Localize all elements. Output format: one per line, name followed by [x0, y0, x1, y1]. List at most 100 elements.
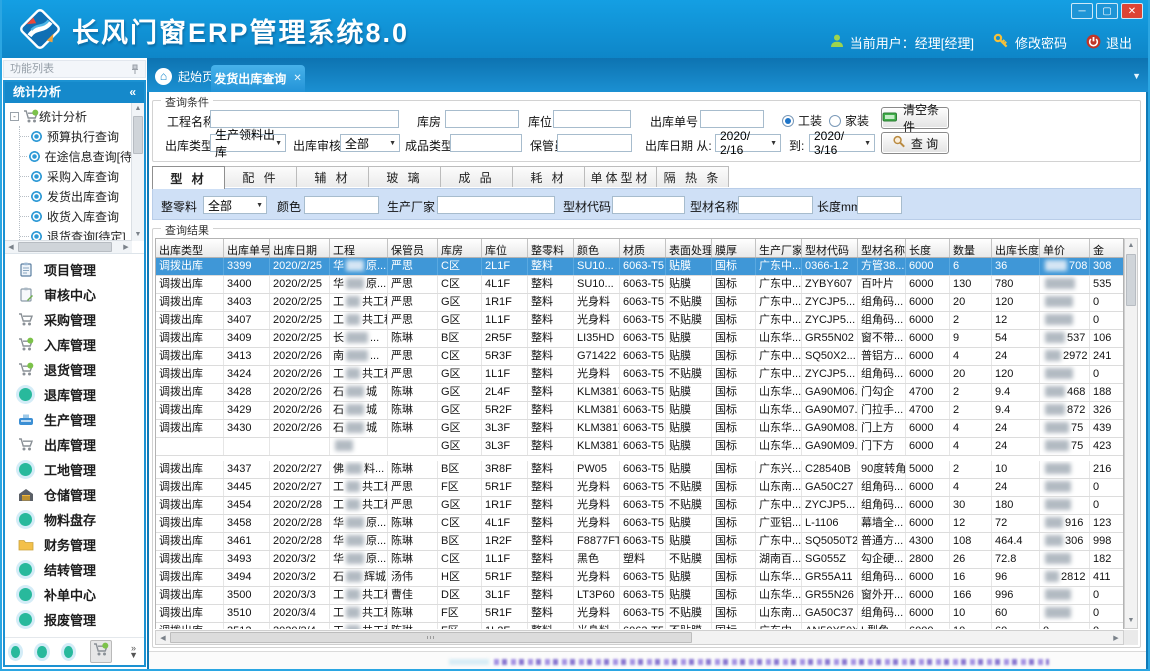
column-header[interactable]: 材质 [620, 239, 666, 257]
sidebar-item-4[interactable]: 退货管理 [5, 357, 144, 382]
cart-shortcut-button[interactable] [90, 640, 112, 663]
more-options-icon[interactable]: »▼ [129, 645, 138, 659]
table-row[interactable]: 调拨出库35122020/3/4工共工程陈琳F区1L2F整料光身料6063-T5… [156, 623, 1123, 629]
table-row[interactable]: 调拨出库34302020/2/26石城陈琳G区3L3F整料KLM38176063… [156, 420, 1123, 438]
table-row[interactable]: 调拨出库35002020/3/3工共工程曹佳D区3L1F整料LT3P606063… [156, 587, 1123, 605]
tree-item[interactable]: 预算执行查询 [20, 126, 132, 146]
material-tab-6[interactable]: 单体型材 [584, 166, 657, 187]
sidebar-item-14[interactable]: 报废管理 [5, 607, 144, 632]
maximize-button[interactable]: ▢ [1096, 3, 1118, 19]
column-header[interactable]: 金 [1090, 239, 1124, 257]
column-header[interactable]: 库房 [438, 239, 482, 257]
tree-item[interactable]: 发货出库查询 [20, 186, 132, 206]
sidebar-item-6[interactable]: 生产管理 [5, 407, 144, 432]
tree-expander-icon[interactable]: - [10, 112, 19, 121]
keeper-input[interactable] [557, 134, 632, 152]
tab-close-icon[interactable]: ✕ [293, 73, 301, 84]
profile-code-input[interactable] [612, 196, 685, 214]
sidebar-item-13[interactable]: 补单中心 [5, 582, 144, 607]
column-header[interactable]: 生产厂家 [756, 239, 802, 257]
teal-dot-icon[interactable] [37, 646, 46, 658]
location-input[interactable] [553, 110, 631, 128]
sidebar-item-8[interactable]: 工地管理 [5, 457, 144, 482]
profile-name-input[interactable] [738, 196, 813, 214]
sidebar-item-0[interactable]: 项目管理 [5, 257, 144, 282]
grid-vertical-scrollbar[interactable]: ▲ ▼ [1124, 238, 1138, 629]
scroll-left-icon[interactable]: ◀ [157, 634, 169, 644]
tree-vertical-scrollbar[interactable]: ▲ ▼ [131, 103, 144, 241]
tree-horizontal-scrollbar[interactable]: ◀ ▶ [5, 240, 132, 253]
date-from-picker[interactable]: 2020/ 2/16▼ [715, 134, 781, 152]
material-tab-1[interactable]: 配 件 [224, 166, 297, 187]
column-header[interactable]: 膜厚 [712, 239, 756, 257]
column-header[interactable]: 型材代码 [802, 239, 858, 257]
table-row[interactable]: 调拨出库34002020/2/25华原...严思C区4L1F整料SU10...6… [156, 276, 1123, 294]
teal-dot-icon[interactable] [11, 646, 20, 658]
column-header[interactable]: 数量 [950, 239, 992, 257]
collapse-icon[interactable]: « [129, 82, 136, 103]
table-row[interactable]: G区3L3F整料KLM38176063-T5贴膜国标山东华...GA90M09.… [156, 438, 1123, 456]
column-header[interactable]: 整零料 [528, 239, 574, 257]
column-header[interactable]: 长度 [906, 239, 950, 257]
close-button[interactable]: ✕ [1121, 3, 1143, 19]
sidebar-item-5[interactable]: 退库管理 [5, 382, 144, 407]
tab-shipping-outbound-query[interactable]: 发货出库查询 ✕ [211, 65, 305, 92]
sidebar-item-12[interactable]: 结转管理 [5, 557, 144, 582]
column-header[interactable]: 保管员 [388, 239, 438, 257]
product-type-input[interactable] [450, 134, 522, 152]
table-row[interactable]: 调拨出库34072020/2/25工共工程严思G区1L1F整料光身料6063-T… [156, 312, 1123, 330]
table-row[interactable]: 调拨出库34372020/2/27佛料...陈琳B区3R8F整料PW056063… [156, 461, 1123, 479]
table-row[interactable]: 调拨出库34282020/2/26石城陈琳G区2L4F整料KLM38176063… [156, 384, 1123, 402]
scroll-down-icon[interactable]: ▼ [1125, 616, 1137, 626]
column-header[interactable]: 表面处理 [666, 239, 712, 257]
out-type-select[interactable]: 生产领料出库▼ [210, 134, 286, 152]
table-row[interactable]: 调拨出库34132020/2/26南...严思C区5R3F整料G71422606… [156, 348, 1123, 366]
table-row[interactable]: 调拨出库34932020/3/2华原...陈琳C区1L1F整料黑色塑料不贴膜国标… [156, 551, 1123, 569]
sidebar-item-11[interactable]: 财务管理 [5, 532, 144, 557]
table-row[interactable]: 调拨出库34612020/2/28华原...陈琳B区1R2F整料F8877FT6… [156, 533, 1123, 551]
column-header[interactable]: 出库类型 [156, 239, 224, 257]
date-to-picker[interactable]: 2020/ 3/16▼ [809, 134, 875, 152]
tree-item[interactable]: 采购入库查询 [20, 166, 132, 186]
scroll-left-icon[interactable]: ◀ [5, 243, 17, 253]
scroll-up-icon[interactable]: ▲ [1125, 241, 1137, 251]
table-row[interactable]: 调拨出库34582020/2/28华原...陈琳C区4L1F整料光身料6063-… [156, 515, 1123, 533]
maker-input[interactable] [437, 196, 555, 214]
scroll-right-icon[interactable]: ▶ [1110, 634, 1122, 644]
table-row[interactable]: 调拨出库33992020/2/25华原...严思C区2L1F整料SU10...6… [156, 258, 1123, 276]
logout-button[interactable]: 退出 [1086, 33, 1132, 52]
sidebar-item-2[interactable]: 采购管理 [5, 307, 144, 332]
sidebar-item-3[interactable]: 入库管理 [5, 332, 144, 357]
tree-item[interactable]: 退货查询[待定] [20, 226, 132, 241]
color-input[interactable] [304, 196, 379, 214]
column-header[interactable]: 出库长度 [992, 239, 1040, 257]
material-tab-3[interactable]: 玻 璃 [368, 166, 441, 187]
scroll-right-icon[interactable]: ▶ [120, 243, 132, 253]
column-header[interactable]: 颜色 [574, 239, 620, 257]
material-tab-5[interactable]: 耗 材 [512, 166, 585, 187]
tab-home[interactable]: ⌂ 起始页 [155, 65, 214, 87]
change-password-button[interactable]: 修改密码 [993, 33, 1067, 52]
table-row[interactable]: 调拨出库34032020/2/25工共工程严思G区1R1F整料光身料6063-T… [156, 294, 1123, 312]
table-row[interactable]: 调拨出库34942020/3/2石辉城汤伟H区5R1F整料光身料6063-T5贴… [156, 569, 1123, 587]
length-input[interactable] [857, 196, 902, 214]
audit-select[interactable]: 全部▼ [340, 134, 400, 152]
whole-piece-select[interactable]: 全部▼ [203, 196, 267, 214]
radio-jiazhuang[interactable]: 家装 [829, 112, 869, 129]
table-row[interactable]: 调拨出库34242020/2/26工共工程严思G区1L1F整料光身料6063-T… [156, 366, 1123, 384]
table-row[interactable]: 调拨出库34452020/2/27工共工程严思F区5R1F整料光身料6063-T… [156, 479, 1123, 497]
table-row[interactable]: 调拨出库34092020/2/25长...陈琳B区2R5F整料LI35HD606… [156, 330, 1123, 348]
tree-root[interactable]: - 统计分析 [10, 106, 132, 126]
clear-conditions-button[interactable]: 清空条件 [881, 107, 949, 129]
column-header[interactable]: 型材名称 [858, 239, 906, 257]
sidebar-item-1[interactable]: 审核中心 [5, 282, 144, 307]
radio-gongzhuang[interactable]: 工装 [782, 112, 822, 129]
table-row[interactable]: 调拨出库34542020/2/28工共工程严思G区1R1F整料光身料6063-T… [156, 497, 1123, 515]
sidebar-item-10[interactable]: 物料盘存 [5, 507, 144, 532]
material-tab-4[interactable]: 成 品 [440, 166, 513, 187]
material-tab-7[interactable]: 隔 热 条 [656, 166, 729, 187]
teal-dot-icon[interactable] [64, 646, 73, 658]
table-row[interactable]: 调拨出库34292020/2/26石城陈琳G区5R2F整料KLM38176063… [156, 402, 1123, 420]
tree-item[interactable]: 收货入库查询 [20, 206, 132, 226]
warehouse-input[interactable] [445, 110, 519, 128]
